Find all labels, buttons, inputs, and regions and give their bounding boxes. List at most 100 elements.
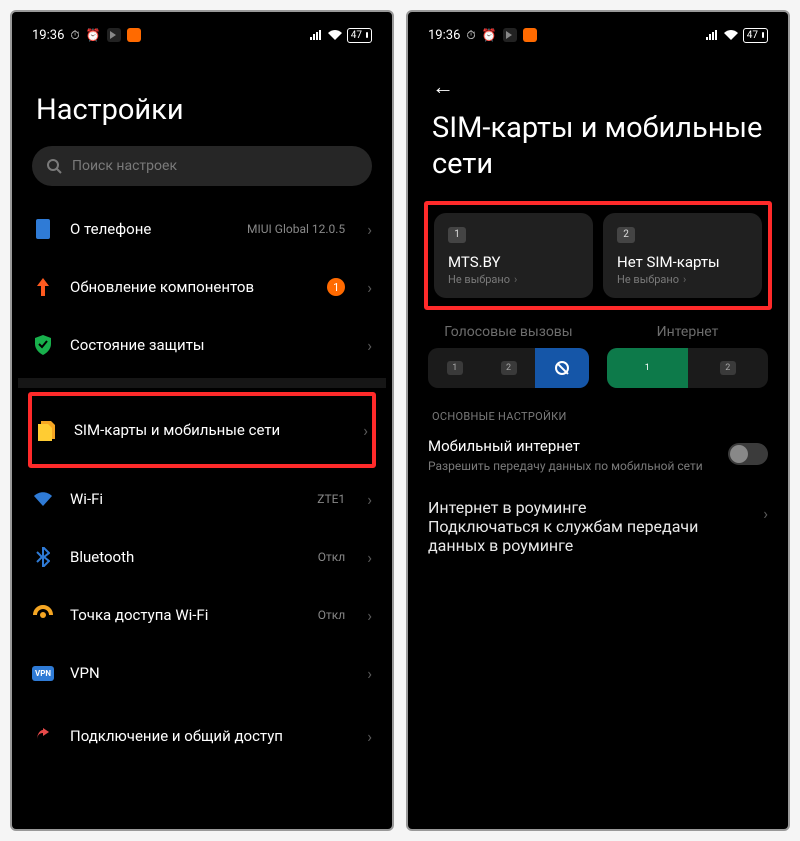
chevron-right-icon: › <box>367 336 372 355</box>
youtube-icon <box>503 28 517 42</box>
row-subtitle: Подключаться к службам передачи данных в… <box>428 517 753 555</box>
status-bar: 19:36 ⏱ ⏰ 47 <box>32 18 372 52</box>
alarm-off-icon: ⏱ <box>466 28 475 43</box>
row-subtitle: Разрешить передачу данных по мобильной с… <box>428 458 718 474</box>
row-label: Обновление компонентов <box>70 278 311 297</box>
chevron-right-icon: › <box>367 278 372 297</box>
sim-number-badge: 2 <box>617 227 635 243</box>
search-icon <box>46 158 62 174</box>
section-header: ОСНОВНЫЕ НАСТРОЙКИ <box>432 410 768 423</box>
row-meta: Откл <box>318 608 345 622</box>
wifi-icon <box>327 29 343 41</box>
page-title: Настройки <box>36 92 372 128</box>
row-title: Мобильный интернет <box>428 437 718 455</box>
page-title: SIM-карты и мобильные сети <box>432 110 768 183</box>
screen-settings: 19:36 ⏱ ⏰ 47 Настройки Поиск настроек О … <box>18 18 386 823</box>
chevron-right-icon: › <box>367 664 372 683</box>
sim-cards-container: 1 MTS.BY Не выбрано› 2 Нет SIM-карты Не … <box>434 213 762 298</box>
wifi-icon <box>723 29 739 41</box>
chevron-right-icon: › <box>367 606 372 625</box>
sim-number-badge: 1 <box>448 227 466 243</box>
row-label: Состояние защиты <box>70 336 351 355</box>
voice-option-1[interactable]: 1 <box>428 348 482 388</box>
row-security-status[interactable]: Состояние защиты › <box>32 316 372 374</box>
row-meta: Откл <box>318 550 345 564</box>
row-label: О телефоне <box>70 220 231 239</box>
search-input[interactable]: Поиск настроек <box>32 146 372 186</box>
signal-icon <box>705 29 719 41</box>
hotspot-icon <box>33 605 53 625</box>
sim-title: MTS.BY <box>448 253 579 271</box>
chevron-right-icon: › <box>683 273 686 286</box>
sim-cards-icon <box>37 419 57 441</box>
search-placeholder: Поиск настроек <box>72 158 177 174</box>
chevron-right-icon: › <box>367 548 372 567</box>
battery-icon: 47 <box>743 28 768 43</box>
sim-subtitle: Не выбрано› <box>617 273 748 286</box>
voice-calls-picker: Голосовые вызовы 1 2 <box>428 324 589 388</box>
highlight-sim-row: SIM-карты и мобильные сети › <box>28 392 376 468</box>
update-arrow-icon <box>35 278 51 296</box>
app-icon <box>523 28 537 42</box>
status-time: 19:36 <box>32 28 64 43</box>
app-icon <box>127 28 141 42</box>
auto-icon <box>555 361 569 375</box>
row-component-update[interactable]: Обновление компонентов 1 › <box>32 258 372 316</box>
row-meta: ZTE1 <box>317 492 345 506</box>
row-connection-sharing[interactable]: Подключение и общий доступ › <box>32 702 372 770</box>
section-divider <box>18 378 386 388</box>
voice-pill-row: 1 2 <box>428 348 589 388</box>
bluetooth-icon <box>36 547 50 567</box>
internet-picker: Интернет 1 2 <box>607 324 768 388</box>
update-badge: 1 <box>327 278 345 296</box>
chevron-right-icon: › <box>763 504 768 523</box>
youtube-icon <box>107 28 121 42</box>
row-sim-cards[interactable]: SIM-карты и мобильные сети › <box>36 396 368 464</box>
internet-option-2[interactable]: 2 <box>688 348 769 388</box>
voice-option-2[interactable]: 2 <box>482 348 536 388</box>
vpn-icon: VPN <box>32 666 54 681</box>
row-vpn[interactable]: VPN VPN › <box>32 644 372 702</box>
mobile-data-toggle[interactable] <box>728 443 768 465</box>
sim-card-2[interactable]: 2 Нет SIM-карты Не выбрано› <box>603 213 762 298</box>
chevron-right-icon: › <box>363 421 368 440</box>
clock-icon: ⏰ <box>482 28 497 42</box>
share-icon <box>33 726 53 746</box>
sim-title: Нет SIM-карты <box>617 253 748 271</box>
status-time: 19:36 <box>428 28 460 43</box>
battery-icon: 47 <box>347 28 372 43</box>
phone-right: 19:36 ⏱ ⏰ 47 ← SIM-карты и мобильные сет… <box>406 10 790 831</box>
clock-icon: ⏰ <box>86 28 101 42</box>
row-label: Точка доступа Wi-Fi <box>70 606 302 625</box>
internet-pill-row: 1 2 <box>607 348 768 388</box>
sim-subtitle: Не выбрано› <box>448 273 579 286</box>
row-mobile-data[interactable]: Мобильный интернет Разрешить передачу да… <box>428 429 768 488</box>
signal-icon <box>309 29 323 41</box>
row-hotspot[interactable]: Точка доступа Wi-Fi Откл › <box>32 586 372 644</box>
wifi-icon <box>33 491 53 507</box>
status-bar: 19:36 ⏱ ⏰ 47 <box>428 18 768 52</box>
row-title: Интернет в роуминге <box>428 498 753 517</box>
row-wifi[interactable]: Wi-Fi ZTE1 › <box>32 470 372 528</box>
row-roaming[interactable]: Интернет в роуминге Подключаться к служб… <box>428 488 768 565</box>
back-button[interactable]: ← <box>432 74 454 100</box>
phone-info-icon <box>35 218 51 240</box>
alarm-off-icon: ⏱ <box>70 28 79 43</box>
picker-label: Голосовые вызовы <box>428 324 589 340</box>
row-meta: MIUI Global 12.0.5 <box>247 222 345 236</box>
row-label: VPN <box>70 664 351 683</box>
sim-card-1[interactable]: 1 MTS.BY Не выбрано› <box>434 213 593 298</box>
shield-icon <box>34 335 52 355</box>
row-label: Подключение и общий доступ <box>70 727 351 746</box>
chevron-right-icon: › <box>367 727 372 746</box>
row-bluetooth[interactable]: Bluetooth Откл › <box>32 528 372 586</box>
row-label: Wi-Fi <box>70 490 301 509</box>
internet-option-1[interactable]: 1 <box>607 348 688 388</box>
highlight-sim-cards: 1 MTS.BY Не выбрано› 2 Нет SIM-карты Не … <box>424 201 772 310</box>
chevron-right-icon: › <box>514 273 517 286</box>
chevron-right-icon: › <box>367 490 372 509</box>
picker-label: Интернет <box>607 324 768 340</box>
row-about-phone[interactable]: О телефоне MIUI Global 12.0.5 › <box>32 200 372 258</box>
row-label: Bluetooth <box>70 548 302 567</box>
voice-option-auto[interactable] <box>535 348 589 388</box>
